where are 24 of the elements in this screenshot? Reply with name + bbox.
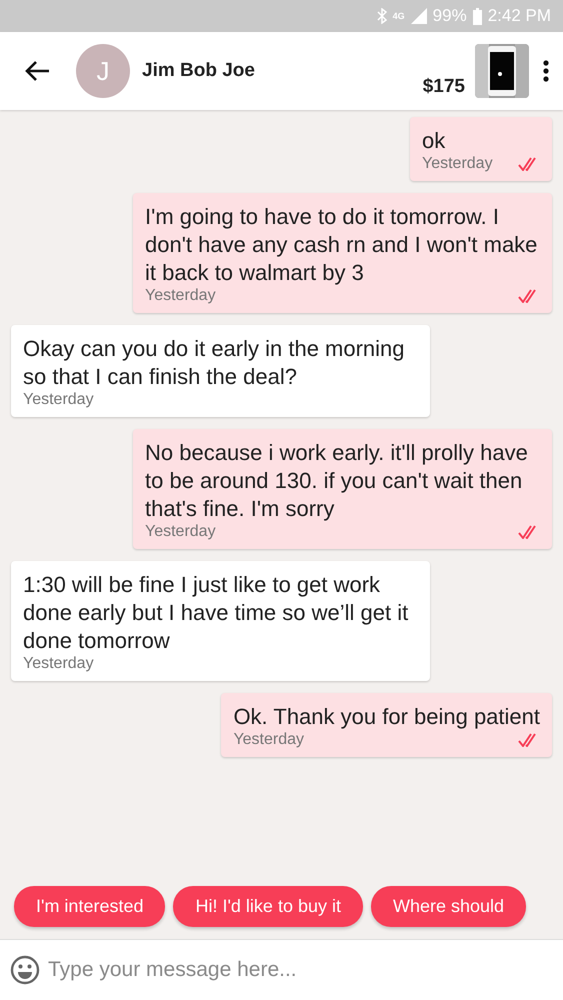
message-text: I'm going to have to do it tomorrow. I don't have any cash rn and I won't make it back to walmart by 3 [145, 203, 538, 287]
back-icon[interactable] [24, 60, 50, 82]
emoji-icon[interactable] [10, 955, 40, 985]
message-text: 1:30 will be fine I just like to get work done early but I have time so we’ll get it done tomorrow [23, 571, 410, 655]
message-time: Yesterday [145, 523, 216, 541]
avatar: J [76, 44, 130, 98]
message-time: Yesterday [233, 731, 304, 749]
message-time: Yesterday [145, 287, 216, 305]
message-time: Yesterday [23, 391, 94, 409]
quick-reply-chip[interactable]: I'm interested [14, 886, 166, 927]
listing-price: $175 [422, 76, 465, 98]
message-text: Ok. Thank you for being patient [233, 703, 540, 731]
message-time: Yesterday [23, 655, 94, 673]
bluetooth-icon [376, 8, 387, 24]
contact-name: Jim Bob Joe [142, 60, 256, 82]
more-menu-icon[interactable] [543, 60, 549, 82]
quick-reply-chip[interactable]: Hi! I'd like to buy it [173, 886, 363, 927]
message-time: Yesterday [422, 155, 493, 173]
quick-reply-chip[interactable]: Where should [370, 886, 526, 927]
message-text: Okay can you do it early in the morning so that I can finish the deal? [23, 335, 406, 391]
message-text: No because i work early. it'll prolly have to be around 130. if you can't wait then that's fine. I'm sorry [145, 439, 529, 523]
message-text: ok [422, 127, 446, 155]
signal-icon [410, 8, 427, 24]
battery-icon [472, 8, 482, 24]
